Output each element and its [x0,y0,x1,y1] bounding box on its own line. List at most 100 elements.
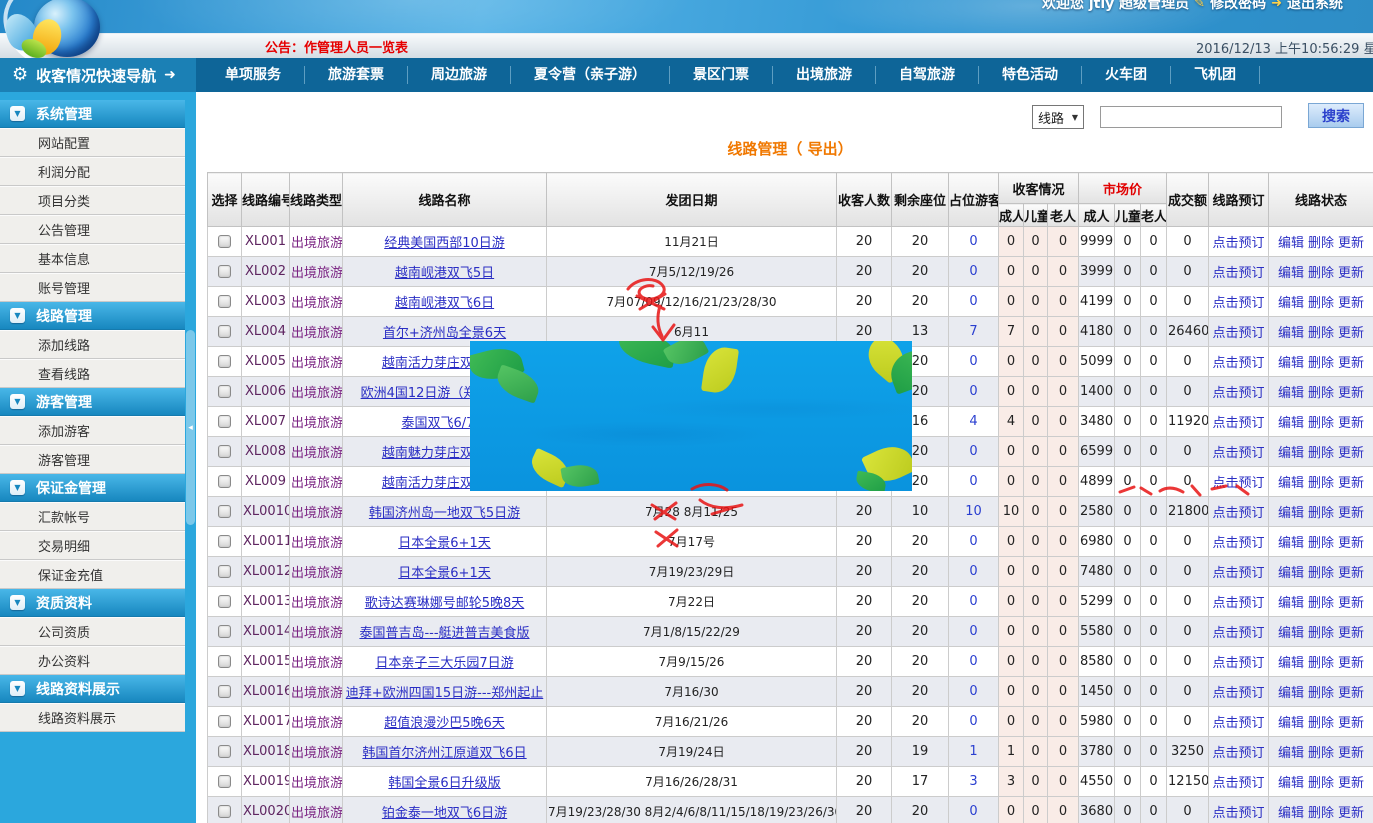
nav-tab[interactable]: 出境旅游 [773,66,876,84]
cell-occupied[interactable]: 10 [949,497,999,527]
nav-tab[interactable]: 火车团 [1082,66,1171,84]
row-checkbox[interactable] [218,235,231,248]
update-link[interactable]: 更新 [1338,476,1364,491]
search-category-select[interactable]: 线路 ▼ [1032,105,1084,129]
cell-occupied[interactable]: 7 [949,317,999,347]
update-link[interactable]: 更新 [1338,626,1364,641]
route-name-link[interactable]: 日本全景6+1天 [398,566,490,581]
cell-occupied[interactable]: 0 [949,347,999,377]
booking-link[interactable]: 点击预订 [1213,746,1265,761]
row-checkbox[interactable] [218,745,231,758]
nav-tab[interactable]: 特色活动 [979,66,1082,84]
booking-link[interactable]: 点击预订 [1213,806,1265,821]
update-link[interactable]: 更新 [1338,386,1364,401]
cell-occupied[interactable]: 4 [949,407,999,437]
route-name-link[interactable]: 韩国济州岛一地双飞5日游 [369,506,520,521]
row-checkbox[interactable] [218,595,231,608]
edit-link[interactable]: 编辑 [1278,476,1304,491]
cell-occupied[interactable]: 0 [949,707,999,737]
row-checkbox[interactable] [218,625,231,638]
booking-link[interactable]: 点击预订 [1213,656,1265,671]
route-name-link[interactable]: 歌诗达赛琳娜号邮轮5晚8天 [365,596,525,611]
sidebar-item[interactable]: 公司资质 [0,617,185,646]
booking-link[interactable]: 点击预订 [1213,506,1265,521]
edit-link[interactable]: 编辑 [1278,326,1304,341]
cell-occupied[interactable]: 3 [949,767,999,797]
cell-occupied[interactable]: 0 [949,647,999,677]
sidebar-section-header[interactable]: ▼保证金管理 [0,474,185,502]
sidebar-item[interactable]: 游客管理 [0,445,185,474]
booking-link[interactable]: 点击预订 [1213,566,1265,581]
delete-link[interactable]: 删除 [1308,686,1334,701]
sidebar-section-header[interactable]: ▼线路管理 [0,302,185,330]
update-link[interactable]: 更新 [1338,686,1364,701]
delete-link[interactable]: 删除 [1308,356,1334,371]
edit-link[interactable]: 编辑 [1278,626,1304,641]
sidebar-section-header[interactable]: ▼系统管理 [0,100,185,128]
cell-occupied[interactable]: 0 [949,467,999,497]
delete-link[interactable]: 删除 [1308,626,1334,641]
nav-tab[interactable]: 周边旅游 [408,66,511,84]
update-link[interactable]: 更新 [1338,416,1364,431]
update-link[interactable]: 更新 [1338,356,1364,371]
delete-link[interactable]: 删除 [1308,416,1334,431]
booking-link[interactable]: 点击预订 [1213,296,1265,311]
booking-link[interactable]: 点击预订 [1213,686,1265,701]
cell-occupied[interactable]: 0 [949,437,999,467]
booking-link[interactable]: 点击预订 [1213,356,1265,371]
update-link[interactable]: 更新 [1338,776,1364,791]
delete-link[interactable]: 删除 [1308,236,1334,251]
booking-link[interactable]: 点击预订 [1213,266,1265,281]
edit-link[interactable]: 编辑 [1278,776,1304,791]
edit-link[interactable]: 编辑 [1278,716,1304,731]
edit-link[interactable]: 编辑 [1278,806,1304,821]
update-link[interactable]: 更新 [1338,806,1364,821]
edit-link[interactable]: 编辑 [1278,356,1304,371]
row-checkbox[interactable] [218,265,231,278]
route-name-link[interactable]: 韩国首尔济州江原道双飞6日 [362,746,526,761]
delete-link[interactable]: 删除 [1308,806,1334,821]
booking-link[interactable]: 点击预订 [1213,446,1265,461]
update-link[interactable]: 更新 [1338,596,1364,611]
delete-link[interactable]: 删除 [1308,326,1334,341]
row-checkbox[interactable] [218,685,231,698]
edit-link[interactable]: 编辑 [1278,266,1304,281]
sidebar-collapse-handle[interactable]: ◂ [186,330,195,525]
edit-link[interactable]: 编辑 [1278,656,1304,671]
row-checkbox[interactable] [218,655,231,668]
sidebar-item[interactable]: 保证金充值 [0,560,185,589]
delete-link[interactable]: 删除 [1308,536,1334,551]
edit-link[interactable]: 编辑 [1278,416,1304,431]
row-checkbox[interactable] [218,805,231,818]
update-link[interactable]: 更新 [1338,326,1364,341]
booking-link[interactable]: 点击预订 [1213,326,1265,341]
row-checkbox[interactable] [218,445,231,458]
change-password-link[interactable]: 修改密码 [1210,0,1266,13]
sidebar-item[interactable]: 查看线路 [0,359,185,388]
row-checkbox[interactable] [218,535,231,548]
search-button[interactable]: 搜索 [1308,103,1364,128]
route-name-link[interactable]: 铂金泰一地双飞6日游 [382,806,507,821]
row-checkbox[interactable] [218,715,231,728]
row-checkbox[interactable] [218,475,231,488]
update-link[interactable]: 更新 [1338,296,1364,311]
update-link[interactable]: 更新 [1338,506,1364,521]
row-checkbox[interactable] [218,325,231,338]
booking-link[interactable]: 点击预订 [1213,476,1265,491]
sidebar-item[interactable]: 账号管理 [0,273,185,302]
delete-link[interactable]: 删除 [1308,716,1334,731]
delete-link[interactable]: 删除 [1308,776,1334,791]
update-link[interactable]: 更新 [1338,716,1364,731]
route-name-link[interactable]: 日本全景6+1天 [398,536,490,551]
row-checkbox[interactable] [218,295,231,308]
update-link[interactable]: 更新 [1338,236,1364,251]
row-checkbox[interactable] [218,355,231,368]
delete-link[interactable]: 删除 [1308,566,1334,581]
cell-occupied[interactable]: 0 [949,797,999,823]
sidebar-section-header[interactable]: ▼资质资料 [0,589,185,617]
delete-link[interactable]: 删除 [1308,296,1334,311]
row-checkbox[interactable] [218,565,231,578]
booking-link[interactable]: 点击预订 [1213,416,1265,431]
cell-occupied[interactable]: 0 [949,227,999,257]
route-name-link[interactable]: 越南岘港双飞5日 [395,266,494,281]
